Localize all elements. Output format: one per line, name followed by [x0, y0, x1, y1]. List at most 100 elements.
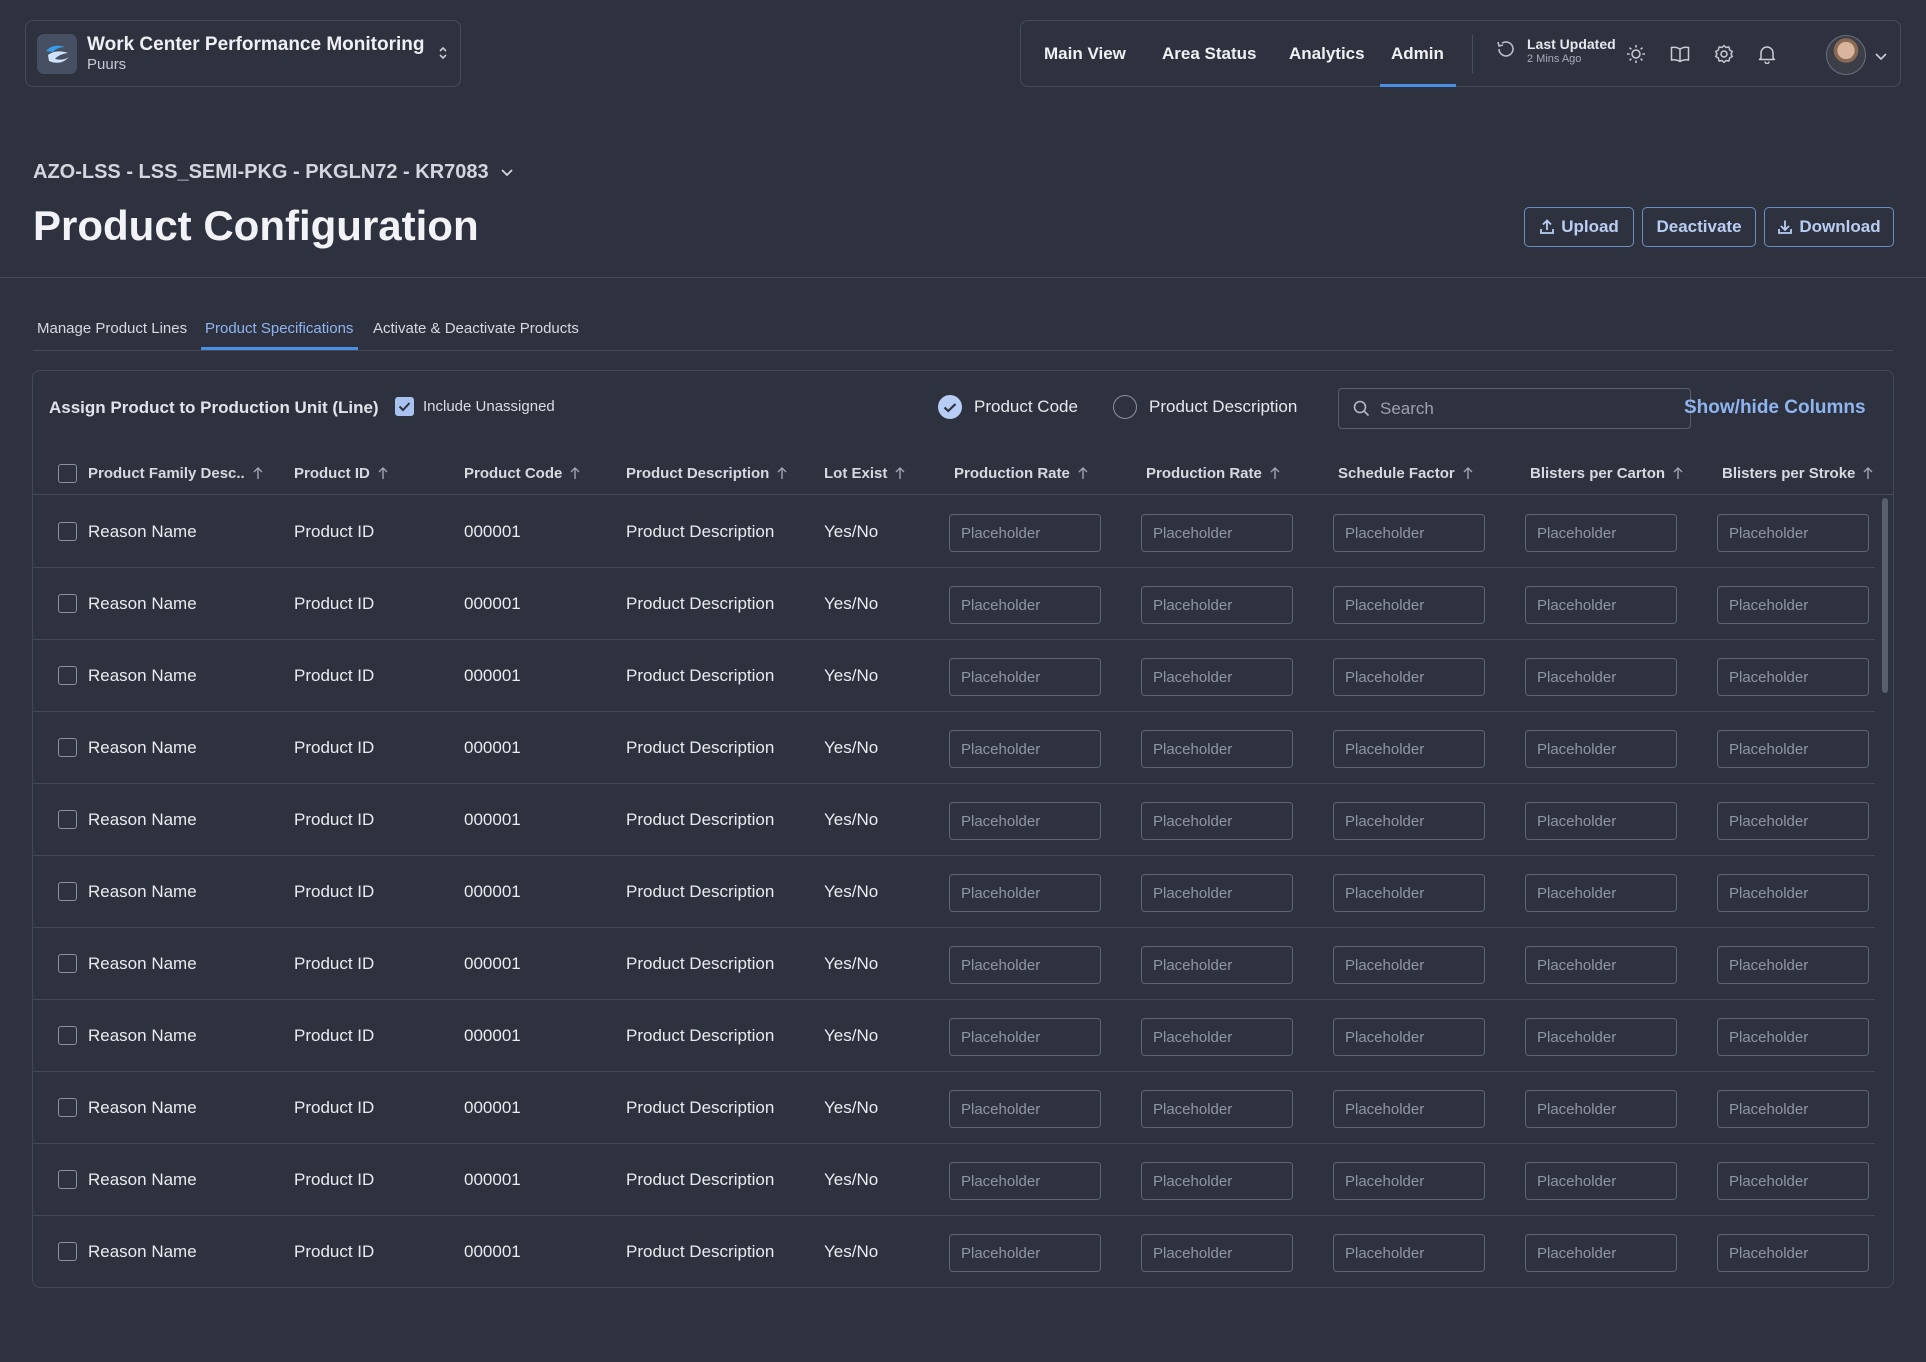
production-rate-input[interactable]: [949, 1162, 1101, 1200]
blisters-per-carton-input[interactable]: [1525, 658, 1677, 696]
table-row[interactable]: Reason Name Product ID 000001 Product Descr…: [33, 640, 1875, 712]
schedule-factor-input[interactable]: [1333, 730, 1485, 768]
column-header-product-description[interactable]: Product Description: [626, 465, 787, 482]
table-row[interactable]: Reason Name Product ID 000001 Product Descr…: [33, 856, 1875, 928]
production-rate-input[interactable]: [949, 730, 1101, 768]
blisters-per-carton-input[interactable]: [1525, 1018, 1677, 1056]
radio-product-code[interactable]: Product Code: [938, 395, 1078, 419]
tab-activate-deactivate-products[interactable]: Activate & Deactivate Products: [373, 320, 579, 337]
table-row[interactable]: Reason Name Product ID 000001 Product Descr…: [33, 1216, 1875, 1287]
nav-main-view[interactable]: Main View: [1044, 21, 1126, 86]
include-unassigned-toggle[interactable]: Include Unassigned: [395, 397, 555, 416]
column-header-product-id[interactable]: Product ID: [294, 465, 388, 482]
production-rate-2-input[interactable]: [1141, 1090, 1293, 1128]
gear-icon[interactable]: [1713, 43, 1735, 65]
schedule-factor-input[interactable]: [1333, 1090, 1485, 1128]
table-row[interactable]: Reason Name Product ID 000001 Product Descr…: [33, 928, 1875, 1000]
show-hide-columns-link[interactable]: Show/hide Columns: [1684, 397, 1866, 419]
app-switcher[interactable]: Work Center Performance Monitoring Puurs: [25, 20, 461, 87]
column-header-blisters-per-carton[interactable]: Blisters per Carton: [1530, 465, 1683, 482]
column-header-lot-exist[interactable]: Lot Exist: [824, 465, 905, 482]
schedule-factor-input[interactable]: [1333, 514, 1485, 552]
production-rate-input[interactable]: [949, 658, 1101, 696]
blisters-per-stroke-input[interactable]: [1717, 1234, 1869, 1272]
nav-admin[interactable]: Admin: [1380, 21, 1456, 87]
blisters-per-carton-input[interactable]: [1525, 802, 1677, 840]
row-checkbox[interactable]: [58, 666, 77, 685]
blisters-per-stroke-input[interactable]: [1717, 586, 1869, 624]
blisters-per-carton-input[interactable]: [1525, 514, 1677, 552]
blisters-per-carton-input[interactable]: [1525, 1234, 1677, 1272]
radio-product-description-indicator[interactable]: [1113, 395, 1137, 419]
tab-manage-product-lines[interactable]: Manage Product Lines: [37, 320, 187, 337]
breadcrumb[interactable]: AZO-LSS - LSS_SEMI-PKG - PKGLN72 - KR708…: [33, 161, 515, 184]
table-row[interactable]: Reason Name Product ID 000001 Product Descr…: [33, 496, 1875, 568]
production-rate-input[interactable]: [949, 1090, 1101, 1128]
blisters-per-stroke-input[interactable]: [1717, 514, 1869, 552]
search-box[interactable]: [1338, 388, 1691, 429]
blisters-per-carton-input[interactable]: [1525, 946, 1677, 984]
production-rate-2-input[interactable]: [1141, 1234, 1293, 1272]
production-rate-input[interactable]: [949, 946, 1101, 984]
blisters-per-carton-input[interactable]: [1525, 586, 1677, 624]
production-rate-2-input[interactable]: [1141, 1018, 1293, 1056]
column-header-production-rate-2[interactable]: Production Rate: [1146, 465, 1280, 482]
tab-product-specifications[interactable]: Product Specifications: [200, 320, 359, 350]
bell-icon[interactable]: [1756, 43, 1778, 65]
upload-button[interactable]: Upload: [1524, 207, 1634, 247]
production-rate-input[interactable]: [949, 514, 1101, 552]
blisters-per-carton-input[interactable]: [1525, 874, 1677, 912]
table-row[interactable]: Reason Name Product ID 000001 Product Descr…: [33, 1000, 1875, 1072]
row-checkbox[interactable]: [58, 882, 77, 901]
production-rate-input[interactable]: [949, 586, 1101, 624]
row-checkbox[interactable]: [58, 810, 77, 829]
schedule-factor-input[interactable]: [1333, 946, 1485, 984]
table-row[interactable]: Reason Name Product ID 000001 Product Descr…: [33, 1144, 1875, 1216]
production-rate-2-input[interactable]: [1141, 802, 1293, 840]
column-header-schedule-factor[interactable]: Schedule Factor: [1338, 465, 1473, 482]
select-all-checkbox[interactable]: [58, 464, 77, 483]
blisters-per-stroke-input[interactable]: [1717, 874, 1869, 912]
search-input[interactable]: [1380, 398, 1670, 419]
production-rate-input[interactable]: [949, 874, 1101, 912]
production-rate-input[interactable]: [949, 1018, 1101, 1056]
nav-area-status[interactable]: Area Status: [1162, 21, 1256, 86]
blisters-per-stroke-input[interactable]: [1717, 1018, 1869, 1056]
column-header-product-code[interactable]: Product Code: [464, 465, 580, 482]
chevron-down-icon[interactable]: [1874, 49, 1888, 67]
table-row[interactable]: Reason Name Product ID 000001 Product Descr…: [33, 712, 1875, 784]
production-rate-input[interactable]: [949, 802, 1101, 840]
blisters-per-stroke-input[interactable]: [1717, 1090, 1869, 1128]
blisters-per-stroke-input[interactable]: [1717, 730, 1869, 768]
row-checkbox[interactable]: [58, 738, 77, 757]
row-checkbox[interactable]: [58, 522, 77, 541]
chevron-up-down-icon[interactable]: [438, 45, 448, 66]
schedule-factor-input[interactable]: [1333, 586, 1485, 624]
blisters-per-stroke-input[interactable]: [1717, 946, 1869, 984]
column-header-production-rate[interactable]: Production Rate: [954, 465, 1088, 482]
table-scrollbar[interactable]: [1882, 498, 1888, 693]
nav-analytics[interactable]: Analytics: [1289, 21, 1365, 86]
row-checkbox[interactable]: [58, 1026, 77, 1045]
radio-product-code-indicator[interactable]: [938, 395, 962, 419]
row-checkbox[interactable]: [58, 1170, 77, 1189]
blisters-per-stroke-input[interactable]: [1717, 658, 1869, 696]
production-rate-2-input[interactable]: [1141, 514, 1293, 552]
table-row[interactable]: Reason Name Product ID 000001 Product Descr…: [33, 568, 1875, 640]
blisters-per-stroke-input[interactable]: [1717, 1162, 1869, 1200]
production-rate-2-input[interactable]: [1141, 658, 1293, 696]
table-row[interactable]: Reason Name Product ID 000001 Product Descr…: [33, 784, 1875, 856]
include-unassigned-checkbox[interactable]: [395, 397, 414, 416]
schedule-factor-input[interactable]: [1333, 802, 1485, 840]
schedule-factor-input[interactable]: [1333, 658, 1485, 696]
row-checkbox[interactable]: [58, 1098, 77, 1117]
schedule-factor-input[interactable]: [1333, 1018, 1485, 1056]
column-header-product-family[interactable]: Product Family Desc..: [88, 465, 263, 482]
schedule-factor-input[interactable]: [1333, 1234, 1485, 1272]
row-checkbox[interactable]: [58, 594, 77, 613]
sun-icon[interactable]: [1625, 43, 1647, 65]
blisters-per-carton-input[interactable]: [1525, 1090, 1677, 1128]
row-checkbox[interactable]: [58, 954, 77, 973]
schedule-factor-input[interactable]: [1333, 874, 1485, 912]
production-rate-2-input[interactable]: [1141, 874, 1293, 912]
